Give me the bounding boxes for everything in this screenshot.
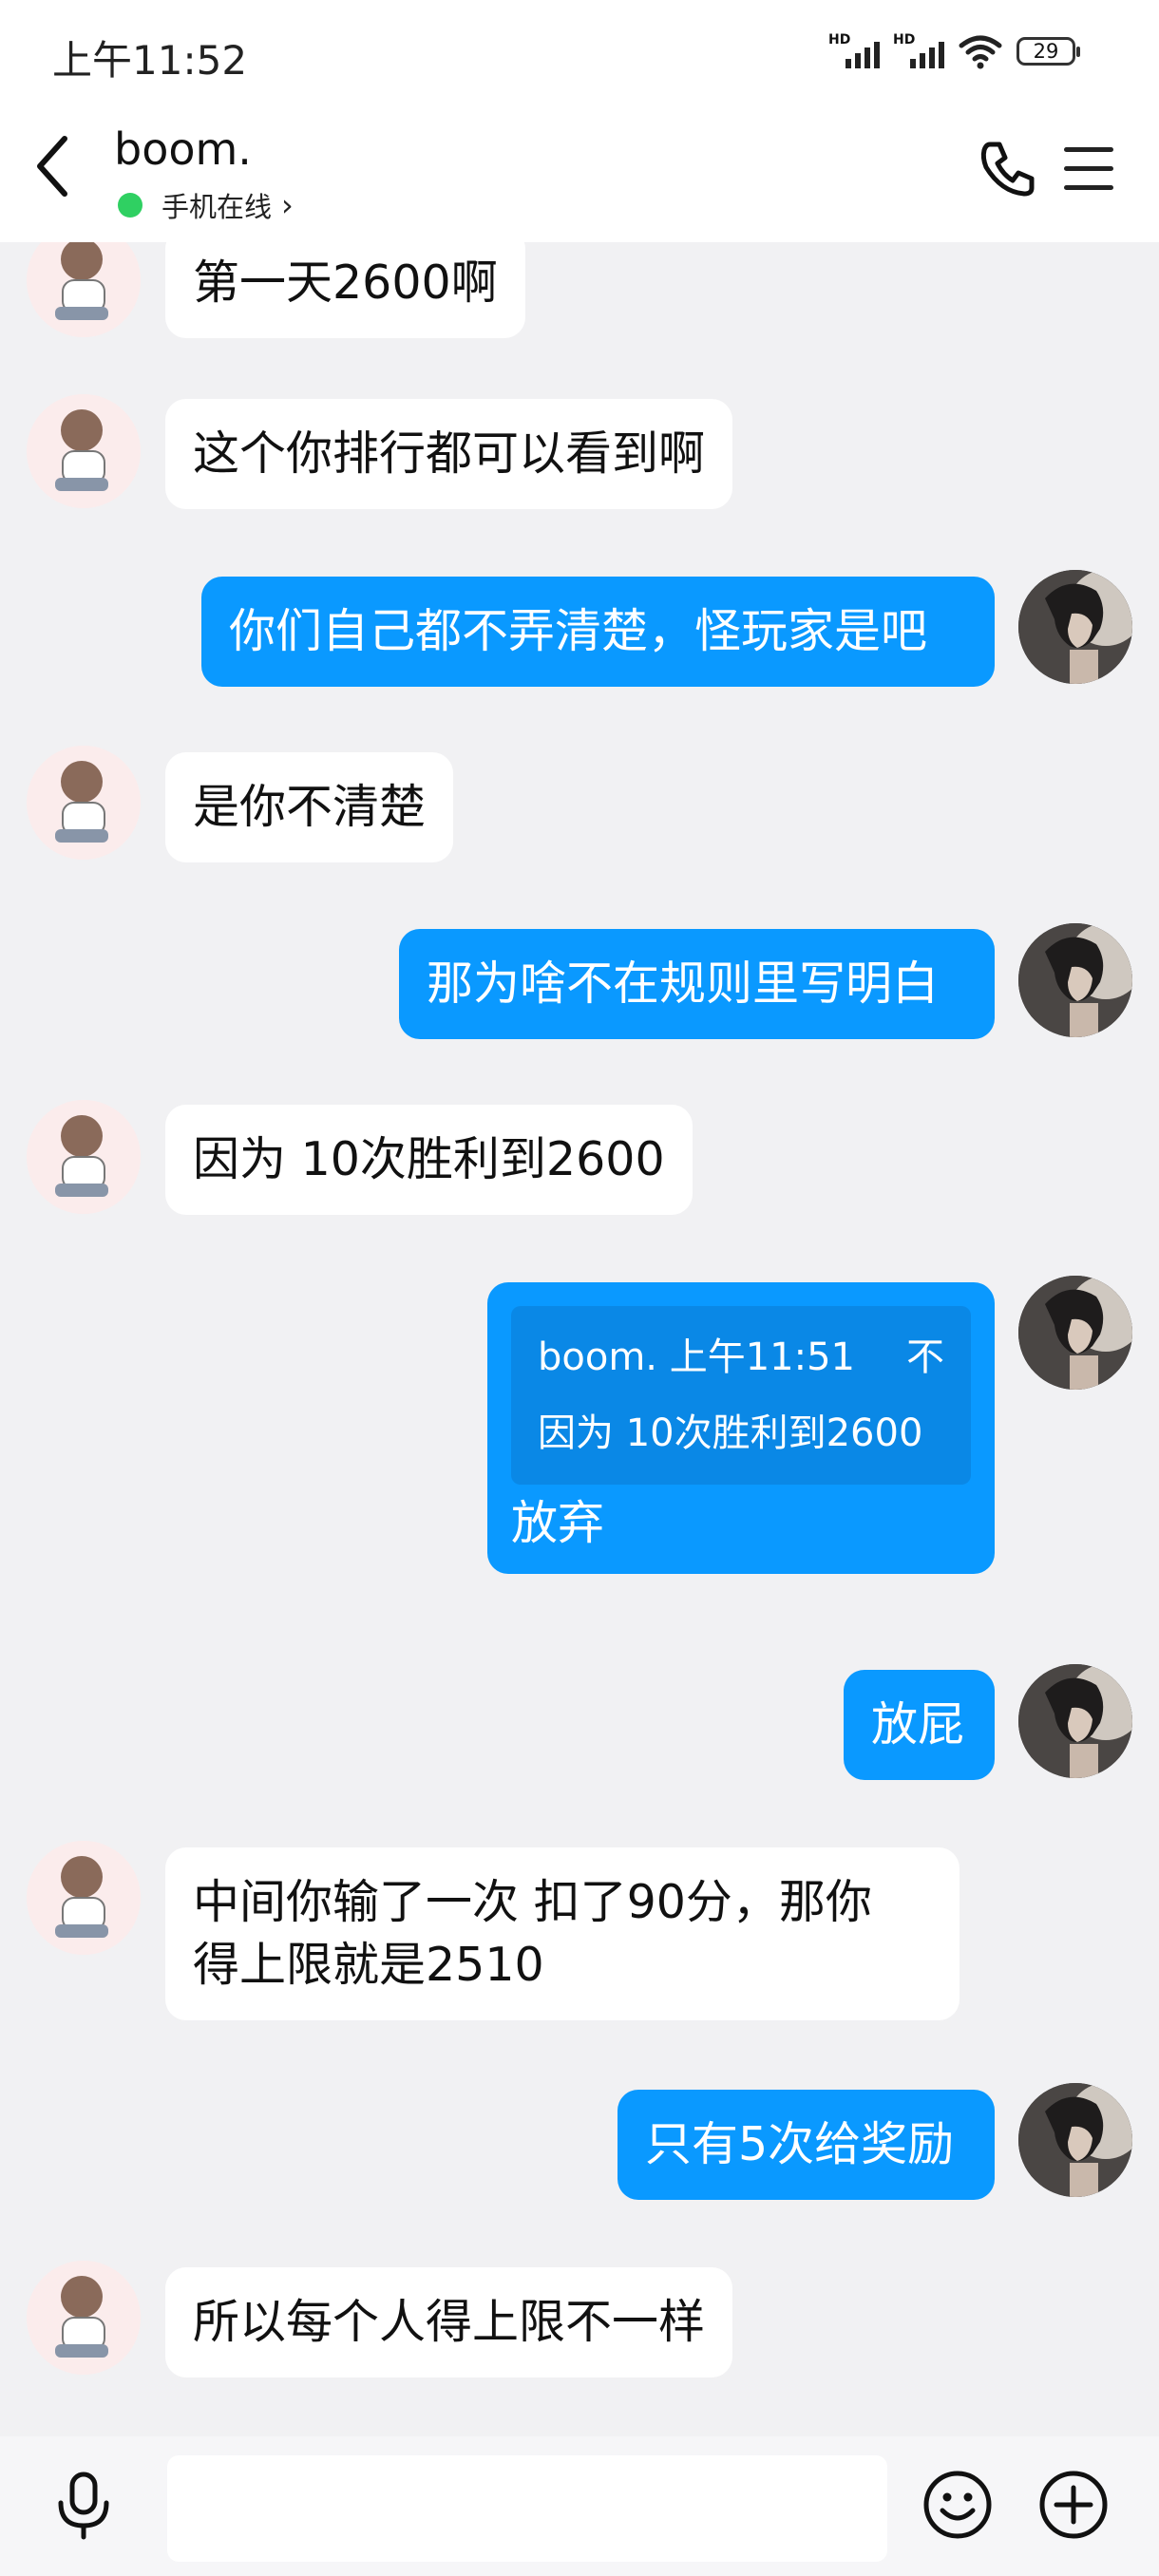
contact-avatar[interactable] — [27, 746, 141, 860]
contact-avatar[interactable] — [27, 1100, 141, 1214]
contact-avatar[interactable] — [27, 1841, 141, 1955]
emoji-icon[interactable] — [920, 2467, 996, 2543]
message-bubble[interactable]: 是你不清楚 — [165, 752, 454, 862]
reply-text: 放弃 — [511, 1496, 605, 1550]
quote-tail: 不 — [906, 1335, 944, 1379]
quote-sender: boom. 上午11:51 — [538, 1335, 856, 1379]
wifi-icon — [959, 35, 1002, 69]
message-bubble[interactable]: 这个你排行都可以看到啊 — [165, 399, 733, 509]
self-avatar[interactable] — [1018, 570, 1132, 684]
microphone-icon[interactable] — [46, 2467, 122, 2543]
contact-avatar[interactable] — [27, 394, 141, 508]
message-bubble[interactable]: 中间你输了一次 扣了90分，那你 得上限就是2510 — [165, 1847, 960, 2020]
online-dot-icon — [118, 193, 142, 218]
message-bubble-self[interactable]: 你们自己都不弄清楚，怪玩家是吧 — [201, 577, 995, 687]
status-icons: HD HD 29 — [828, 32, 1080, 70]
message-list[interactable]: 第一天2600啊 这个你排行都可以看到啊 你们自己都不弄清楚，怪玩家是吧 是你不… — [0, 242, 1159, 2436]
input-bar — [0, 2436, 1159, 2576]
status-time: 上午11:52 — [52, 37, 248, 84]
message-bubble[interactable]: 第一天2600啊 — [165, 242, 525, 338]
phone-icon[interactable] — [977, 139, 1037, 199]
quote-text: 因为 10次胜利到2600 — [538, 1411, 923, 1455]
self-avatar[interactable] — [1018, 2083, 1132, 2197]
message-bubble-self[interactable]: 只有5次给奖励 — [618, 2090, 995, 2200]
battery-icon: 29 — [1016, 37, 1080, 66]
signal-icon: HD — [893, 32, 944, 70]
message-bubble[interactable]: 所以每个人得上限不一样 — [165, 2267, 733, 2377]
message-input[interactable] — [167, 2455, 887, 2562]
online-status[interactable]: 手机在线 › — [118, 185, 294, 225]
plus-icon[interactable] — [1036, 2467, 1112, 2543]
message-bubble-self[interactable]: 那为啥不在规则里写明白 — [399, 929, 995, 1039]
online-status-label: 手机在线 — [162, 191, 273, 223]
chat-header: 上午11:52 HD HD 29 boom. 手机在线 › — [0, 0, 1159, 242]
message-bubble-self[interactable]: 放屁 — [844, 1670, 995, 1780]
contact-avatar[interactable] — [27, 2261, 141, 2375]
self-avatar[interactable] — [1018, 1664, 1132, 1778]
contact-avatar[interactable] — [27, 242, 141, 337]
self-avatar[interactable] — [1018, 1276, 1132, 1390]
signal-icon: HD — [828, 32, 880, 70]
quoted-message[interactable]: boom. 上午11:51 不 因为 10次胜利到2600 — [511, 1306, 971, 1485]
chevron-right-icon: › — [281, 187, 294, 223]
menu-icon[interactable] — [1064, 147, 1113, 191]
message-bubble-self-reply[interactable]: boom. 上午11:51 不 因为 10次胜利到2600 放弃 — [487, 1282, 995, 1574]
contact-name[interactable]: boom. — [114, 123, 252, 175]
message-bubble[interactable]: 因为 10次胜利到2600 — [165, 1105, 693, 1215]
self-avatar[interactable] — [1018, 923, 1132, 1037]
back-chevron-icon[interactable] — [34, 133, 72, 199]
